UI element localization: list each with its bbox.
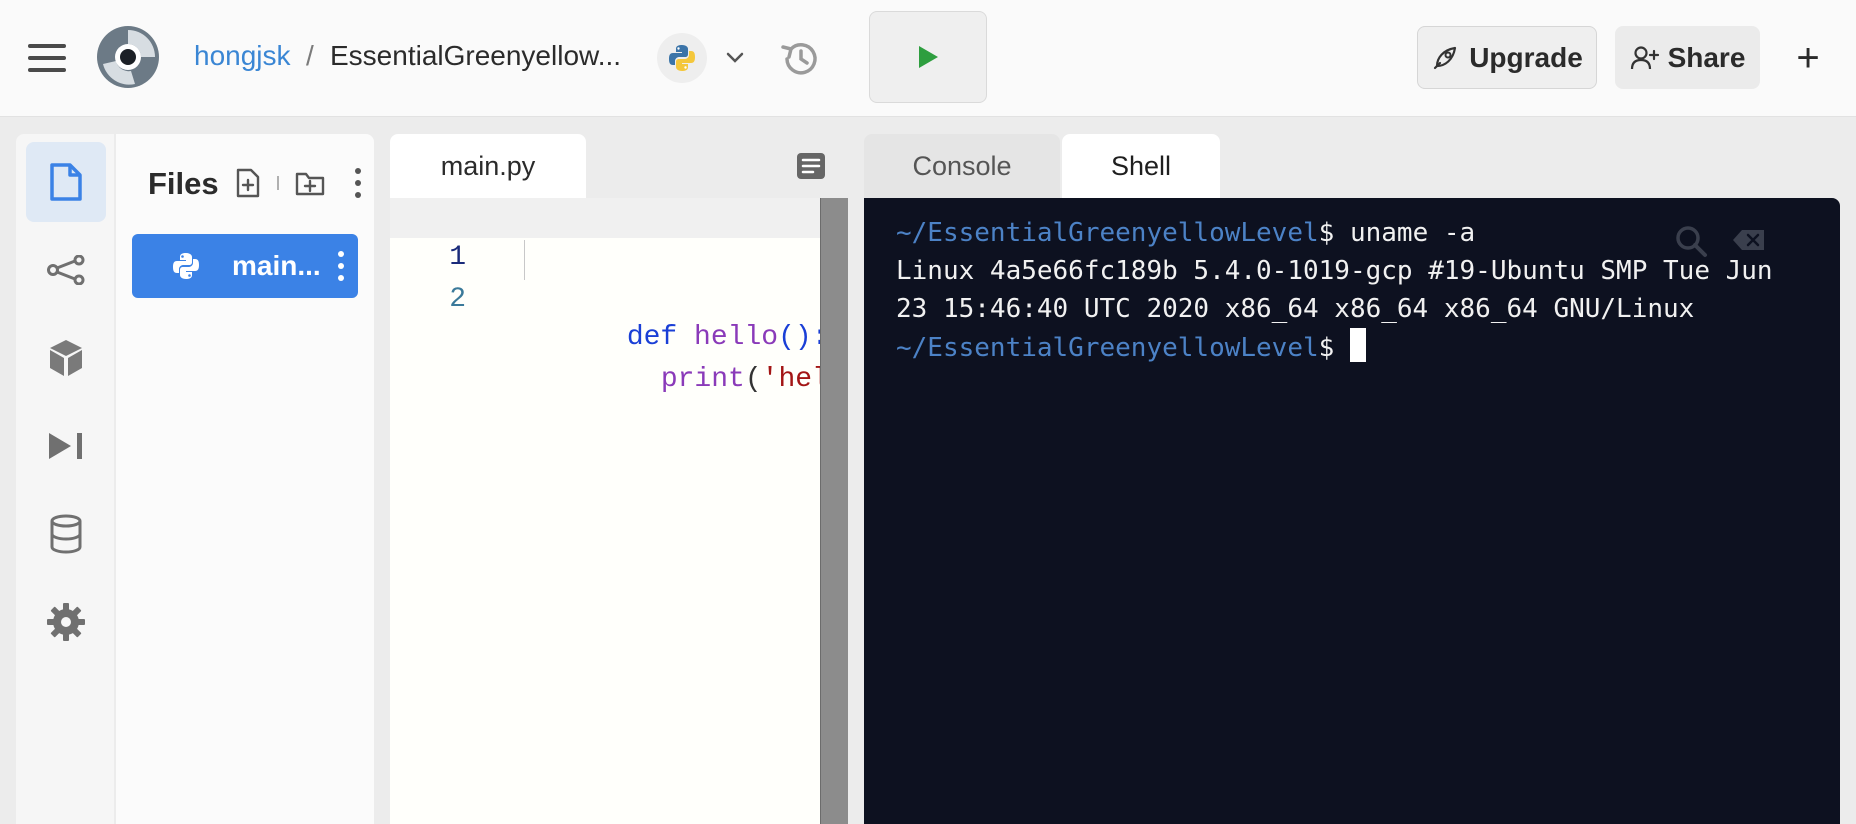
replit-logo[interactable] (95, 24, 161, 90)
breadcrumb-username[interactable]: hongjsk (194, 40, 291, 72)
clear-terminal-icon[interactable] (1732, 228, 1766, 252)
line-number: 2 (449, 284, 466, 315)
sidebar-item-packages[interactable] (26, 318, 106, 398)
terminal-command: uname -a (1349, 218, 1476, 248)
top-bar: hongjsk / EssentialGreenyellow... Upgrad… (0, 0, 1856, 117)
python-file-icon (173, 253, 199, 279)
files-icon (50, 163, 82, 201)
sidebar-item-files[interactable] (26, 142, 106, 222)
add-user-icon (1630, 45, 1659, 69)
search-icon[interactable] (1674, 224, 1708, 258)
sidebar-item-version-control[interactable] (26, 230, 106, 310)
tab-console[interactable]: Console (864, 134, 1060, 198)
run-button[interactable] (869, 11, 987, 103)
upgrade-button[interactable]: Upgrade (1417, 26, 1597, 89)
code-line: 1 def hello(): (390, 198, 820, 353)
debugger-icon (49, 433, 82, 459)
breadcrumb-separator: / (306, 40, 314, 71)
database-icon (50, 514, 82, 554)
tab-main-py[interactable]: main.py (390, 134, 586, 198)
sidebar-item-database[interactable] (26, 494, 106, 574)
file-item-main[interactable]: main... (132, 234, 358, 298)
language-selector[interactable] (657, 33, 707, 83)
code-editor[interactable]: 1 def hello(): 2 print('hello') (390, 198, 820, 824)
settings-icon (47, 603, 85, 641)
version-control-icon (47, 255, 85, 285)
sidebar-item-debugger[interactable] (26, 406, 106, 486)
python-icon (669, 45, 695, 71)
packages-icon (50, 340, 82, 376)
output-tabbar: Console Shell (864, 134, 1840, 198)
chevron-down-icon[interactable] (722, 44, 748, 70)
share-label: Share (1667, 41, 1746, 73)
menu-icon[interactable] (28, 44, 66, 72)
builtin-token: print (660, 364, 745, 395)
toolbar-divider (277, 176, 279, 190)
files-more-icon[interactable] (352, 166, 364, 200)
upgrade-label: Upgrade (1469, 41, 1583, 73)
terminal-output-line: 23 15:46:40 UTC 2020 x86_64 x86_64 x86_6… (896, 294, 1695, 324)
sidebar-rail (16, 134, 114, 824)
terminal-cursor (1349, 328, 1366, 362)
breadcrumb-repl-name[interactable]: EssentialGreenyellow... (330, 40, 621, 72)
new-repl-button[interactable]: + (1790, 36, 1826, 80)
terminal-command-line: ~/EssentialGreenyellowLevel$ uname -a (896, 214, 1475, 252)
play-icon (919, 46, 938, 68)
terminal-prompt-line: ~/EssentialGreenyellowLevel$ (896, 328, 1366, 367)
new-folder-icon[interactable] (295, 170, 325, 196)
terminal-output-line: Linux 4a5e66fc189b 5.4.0-1019-gcp #19-Ub… (896, 256, 1773, 286)
shell-terminal[interactable]: ~/EssentialGreenyellowLevel$ uname -a Li… (864, 198, 1840, 824)
new-file-icon[interactable] (234, 168, 262, 198)
file-name: main... (232, 250, 321, 281)
rocket-icon (1434, 46, 1457, 69)
share-button[interactable]: Share (1615, 26, 1760, 89)
format-code-icon[interactable] (796, 152, 826, 180)
prompt-symbol: $ (1318, 333, 1350, 363)
editor-scrollbar[interactable] (820, 198, 848, 824)
code-line: 2 print('hello') (390, 240, 820, 395)
sidebar-item-settings[interactable] (26, 582, 106, 662)
history-icon[interactable] (777, 37, 823, 81)
prompt-path: ~/EssentialGreenyellowLevel (896, 333, 1319, 363)
punct-token: ( (744, 364, 762, 395)
tab-shell[interactable]: Shell (1062, 134, 1220, 198)
files-panel: Files main... (116, 134, 374, 824)
string-token: 'hello' (761, 364, 820, 395)
prompt-path: ~/EssentialGreenyellowLevel (896, 218, 1319, 248)
files-title: Files (148, 166, 219, 201)
file-more-icon[interactable] (336, 248, 346, 284)
prompt-symbol: $ (1318, 218, 1350, 248)
editor-tabbar: main.py (390, 134, 848, 198)
